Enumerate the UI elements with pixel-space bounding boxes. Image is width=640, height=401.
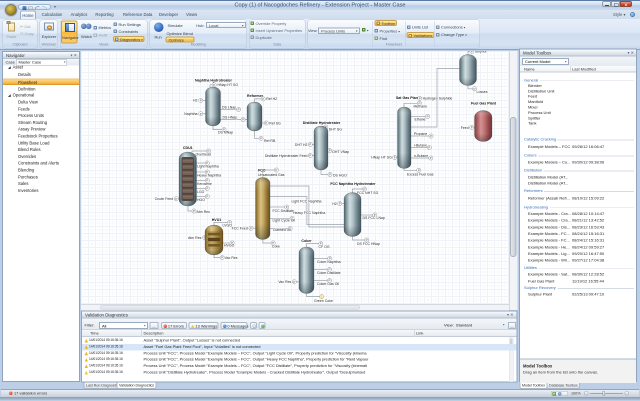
svg-text:Fuel Gas Plant: Fuel Gas Plant — [471, 101, 497, 105]
svg-text:P: P — [430, 156, 432, 160]
svg-text:Vac Res: Vac Res — [278, 280, 291, 284]
svg-text:P: P — [309, 154, 311, 158]
svg-text:P: P — [193, 209, 195, 213]
svg-text:Heavy FCC Naphtha: Heavy FCC Naphtha — [293, 211, 325, 215]
svg-text:Coker: Coker — [301, 239, 312, 243]
svg-text:Crude Feed: Crude Feed — [155, 197, 174, 201]
svg-text:P: P — [265, 121, 267, 125]
svg-text:P: P — [221, 256, 223, 260]
svg-text:P: P — [206, 195, 208, 199]
svg-text:CF OG: CF OG — [319, 245, 330, 249]
svg-text:DS FCC LNap: DS FCC LNap — [363, 216, 385, 220]
svg-text:DHT VNap: DHT VNap — [332, 150, 349, 154]
svg-text:Feed: Feed — [461, 126, 469, 130]
svg-text:Light FCC Naphtha: Light FCC Naphtha — [292, 200, 322, 204]
svg-text:HVU1: HVU1 — [212, 218, 222, 222]
svg-text:P: P — [471, 51, 473, 53]
svg-text:n-Butane: n-Butane — [414, 154, 428, 158]
svg-text:DS HNap: DS HNap — [223, 116, 238, 120]
svg-text:P: P — [329, 149, 331, 153]
svg-text:Methane: Methane — [414, 105, 428, 109]
svg-text:Atm Res: Atm Res — [197, 210, 211, 214]
svg-text:Reformer: Reformer — [247, 94, 264, 98]
svg-text:Green Coke: Green Coke — [314, 299, 333, 303]
svg-text:Coker Naphtha: Coker Naphtha — [317, 260, 341, 264]
svg-text:HVGO: HVGO — [224, 244, 235, 248]
svg-text:Losses: Losses — [477, 90, 488, 94]
svg-text:P: P — [394, 156, 396, 160]
svg-text:Kerosene: Kerosene — [197, 182, 212, 186]
svg-text:P: P — [309, 143, 311, 147]
svg-text:Heavy Naphtha: Heavy Naphtha — [197, 174, 221, 178]
svg-text:FCC NHT SG: FCC NHT SG — [357, 191, 379, 195]
svg-text:Sat Gas Plant: Sat Gas Plant — [396, 96, 420, 100]
svg-text:H2: H2 — [193, 99, 198, 103]
svg-text:DS FCC HNap: DS FCC HNap — [357, 242, 380, 246]
svg-text:Hydrogen Sulphide: Hydrogen Sulphide — [423, 97, 453, 101]
svg-text:P: P — [260, 136, 262, 140]
svg-text:P: P — [430, 134, 432, 138]
svg-text:HNap HT SG: HNap HT SG — [371, 156, 392, 160]
svg-text:Clarified Oil: Clarified Oil — [273, 228, 291, 232]
svg-text:FCC: FCC — [258, 169, 266, 173]
svg-text:Naphtha: Naphtha — [184, 112, 197, 116]
svg-text:Light Cycle Oil: Light Cycle Oil — [273, 219, 296, 223]
svg-text:Atm Res: Atm Res — [188, 236, 202, 240]
svg-text:HNap HT SG: HNap HT SG — [218, 83, 239, 87]
svg-text:P: P — [242, 118, 244, 122]
svg-text:Distillate Hydrotreater: Distillate Hydrotreater — [303, 121, 341, 125]
svg-text:CDU1: CDU1 — [183, 146, 193, 150]
svg-text:P: P — [250, 226, 252, 230]
svg-text:FCC Distillate: FCC Distillate — [273, 209, 294, 213]
svg-text:P: P — [339, 202, 341, 206]
svg-text:P: P — [275, 168, 277, 172]
svg-text:Coker Gas Oil: Coker Gas Oil — [317, 282, 339, 286]
svg-text:Excess Fuel Gas: Excess Fuel Gas — [407, 172, 434, 176]
svg-text:P: P — [213, 83, 215, 87]
svg-text:P: P — [238, 108, 240, 112]
svg-text:DHT H2: DHT H2 — [295, 143, 308, 147]
svg-text:DS LNap: DS LNap — [222, 106, 236, 110]
svg-text:FCC Feed: FCC Feed — [232, 226, 248, 230]
svg-text:DHT SG: DHT SG — [329, 127, 342, 131]
svg-text:P: P — [473, 87, 475, 91]
svg-text:P: P — [206, 187, 208, 191]
svg-text:Light Naphtha: Light Naphtha — [197, 165, 219, 169]
svg-text:P: P — [419, 96, 421, 100]
svg-text:FCC Naphtha Hydrotreater: FCC Naphtha Hydrotreater — [330, 182, 376, 186]
svg-text:Distillate Hydrotreater Feed: Distillate Hydrotreater Feed — [265, 154, 308, 158]
svg-text:P: P — [293, 280, 295, 284]
svg-text:DS HGO: DS HGO — [333, 174, 347, 178]
svg-text:DS MNap: DS MNap — [218, 131, 233, 135]
svg-text:Propane: Propane — [414, 132, 427, 136]
svg-text:P: P — [471, 126, 473, 130]
svg-text:Coke: Coke — [272, 244, 280, 248]
svg-text:P: P — [200, 112, 202, 116]
svg-text:Ref RB: Ref RB — [264, 139, 276, 143]
svg-text:P: P — [428, 146, 430, 150]
svg-text:Overhead: Overhead — [196, 152, 211, 156]
svg-text:Unsaturated Gas: Unsaturated Gas — [258, 173, 285, 177]
svg-text:P: P — [427, 115, 429, 119]
svg-text:Coker Distillate: Coker Distillate — [317, 271, 341, 275]
svg-text:Ethane: Ethane — [415, 118, 426, 122]
svg-text:Naphtha Hydrotreater: Naphtha Hydrotreater — [195, 78, 233, 82]
svg-text:Vac Res: Vac Res — [225, 256, 238, 260]
svg-text:HGO: HGO — [197, 198, 205, 202]
svg-text:i-Butane: i-Butane — [414, 144, 427, 148]
svg-text:P: P — [262, 97, 264, 101]
svg-text:P: P — [200, 99, 202, 103]
svg-text:Ref H2: Ref H2 — [266, 97, 277, 101]
svg-text:P: P — [175, 197, 177, 201]
svg-text:H2: H2 — [332, 202, 337, 206]
svg-text:LGO: LGO — [197, 190, 205, 194]
svg-text:P: P — [329, 173, 331, 177]
svg-text:Sulphur: Sulphur — [475, 51, 488, 54]
svg-text:Ref SG: Ref SG — [269, 121, 281, 125]
